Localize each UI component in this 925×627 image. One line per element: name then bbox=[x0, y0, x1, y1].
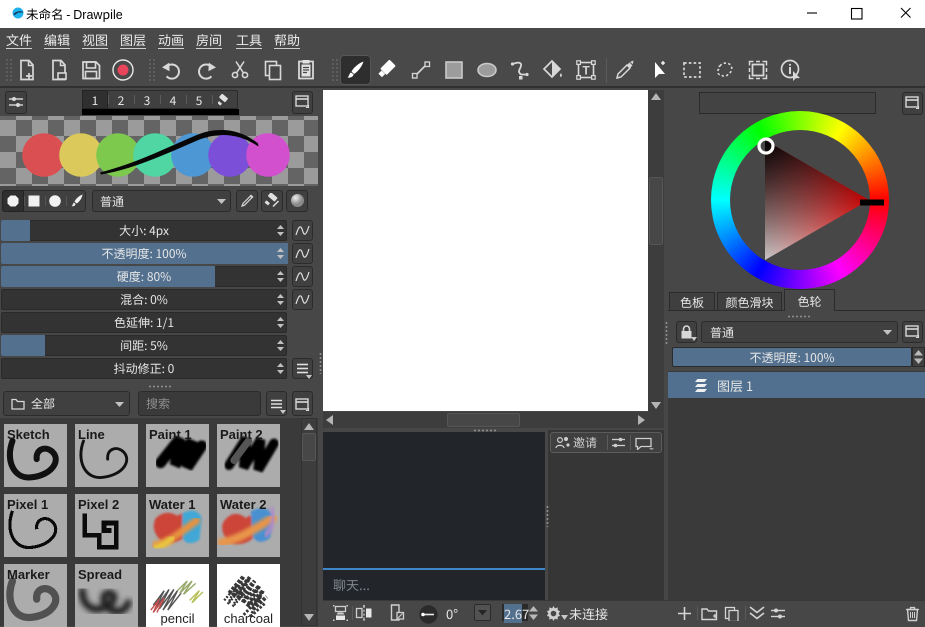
svg-text:T: T bbox=[582, 64, 590, 78]
